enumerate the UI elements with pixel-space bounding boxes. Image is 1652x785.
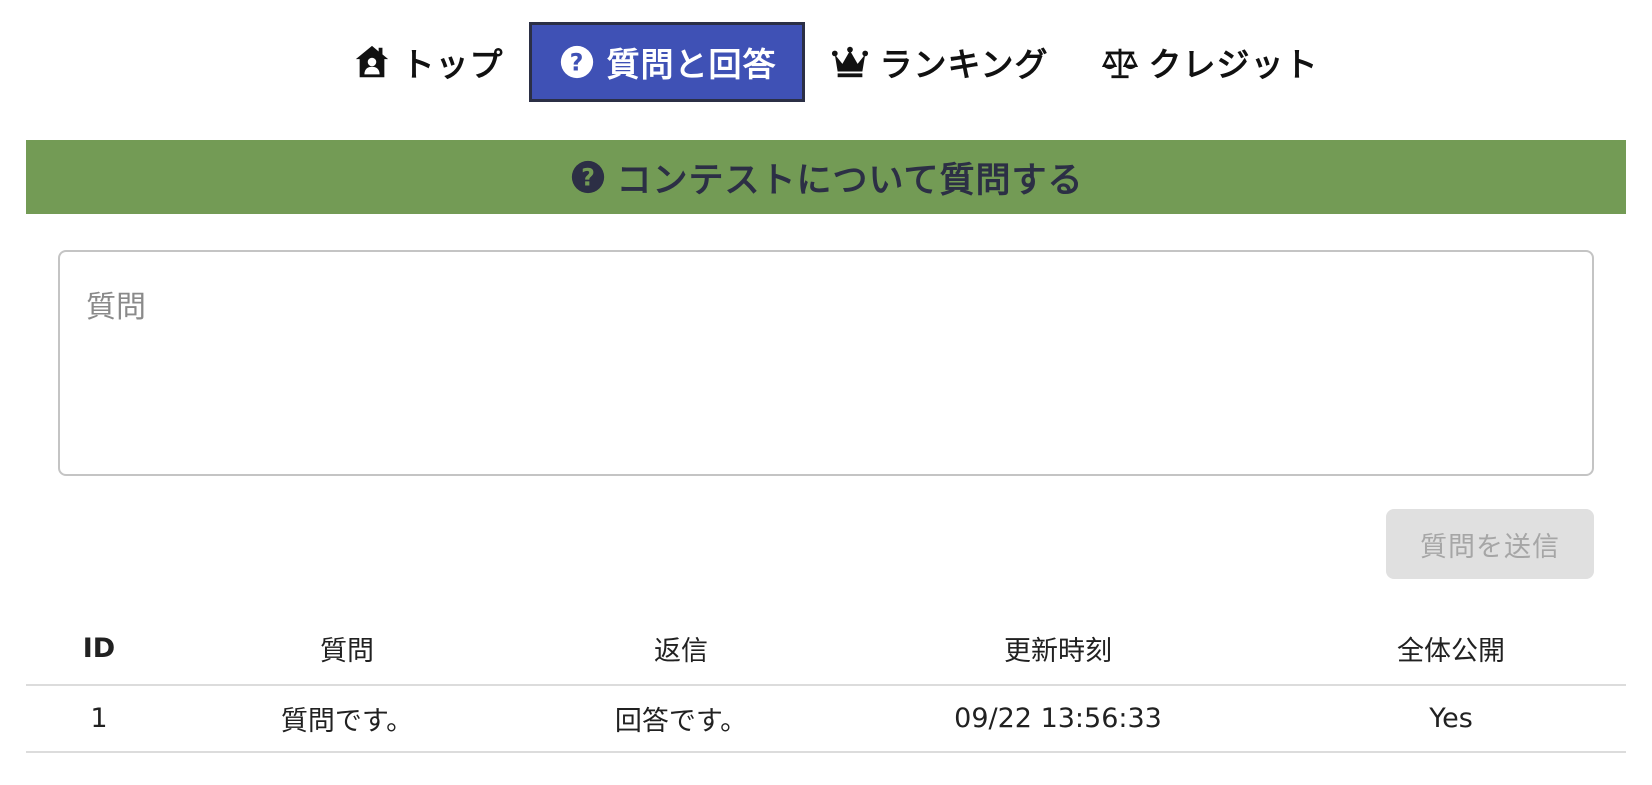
tab-credit-label: クレジット <box>1148 45 1319 84</box>
tab-top-label: トップ <box>401 45 504 84</box>
table-row: 1 質問です。 回答です。 09/22 13:56:33 Yes <box>26 685 1626 753</box>
cell-reply: 回答です。 <box>522 685 840 753</box>
nav-tabs: トップ ? 質問と回答 ランキング クレジット <box>327 22 1344 102</box>
tab-ranking-label: ランキング <box>879 45 1049 84</box>
column-header-question: 質問 <box>172 612 522 686</box>
balance-scale-icon <box>1101 48 1138 79</box>
top-navigation: トップ ? 質問と回答 ランキング クレジット <box>0 22 1652 102</box>
tab-qa[interactable]: ? 質問と回答 <box>529 22 806 102</box>
column-header-id: ID <box>26 612 172 686</box>
cell-id: 1 <box>26 685 172 753</box>
svg-text:?: ? <box>570 49 585 77</box>
tab-ranking[interactable]: ランキング <box>805 22 1074 102</box>
tab-qa-label: 質問と回答 <box>606 45 777 84</box>
questions-table: ID 質問 返信 更新時刻 全体公開 1 質問です。 回答です。 09/22 1… <box>26 612 1626 753</box>
section-title: コンテストについて質問する <box>616 160 1084 201</box>
submit-question-button[interactable]: 質問を送信 <box>1386 509 1594 579</box>
house-user-icon <box>356 45 389 78</box>
question-circle-icon: ? <box>561 45 594 79</box>
tab-top[interactable]: トップ <box>327 22 529 102</box>
cell-updated-at: 09/22 13:56:33 <box>840 685 1276 753</box>
cell-public: Yes <box>1276 685 1626 753</box>
table-header-row: ID 質問 返信 更新時刻 全体公開 <box>26 612 1626 686</box>
question-circle-icon: ? <box>571 160 604 194</box>
question-input[interactable] <box>58 250 1594 476</box>
svg-text:?: ? <box>581 164 595 192</box>
crown-icon <box>832 46 869 78</box>
tab-credit[interactable]: クレジット <box>1075 22 1345 102</box>
section-header: ? コンテストについて質問する <box>26 140 1626 214</box>
cell-question: 質問です。 <box>172 685 522 753</box>
column-header-public: 全体公開 <box>1276 612 1626 686</box>
column-header-reply: 返信 <box>522 612 840 686</box>
column-header-updated-at: 更新時刻 <box>840 612 1276 686</box>
